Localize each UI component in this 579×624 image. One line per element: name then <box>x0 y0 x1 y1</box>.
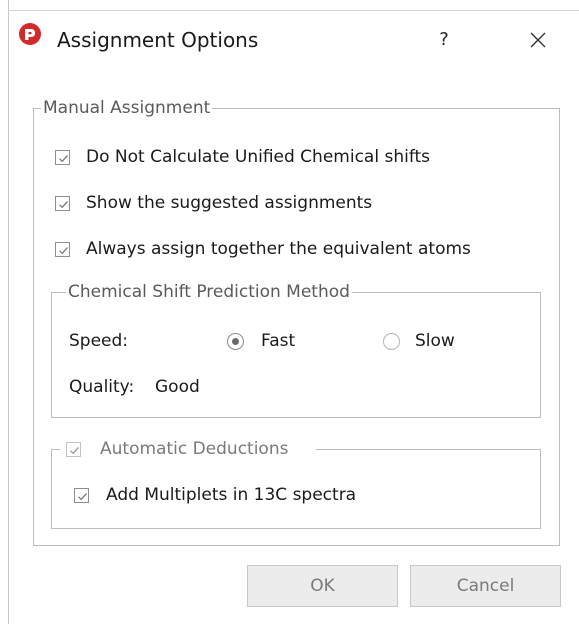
speed-fast-radio[interactable] <box>227 333 244 350</box>
automatic-deductions-checkbox[interactable] <box>66 442 81 457</box>
quality-label: Quality: <box>69 377 135 397</box>
speed-fast-label[interactable]: Fast <box>261 330 295 352</box>
show-suggested-assignments-checkbox[interactable] <box>55 196 70 211</box>
speed-slow-label[interactable]: Slow <box>415 330 455 352</box>
do-not-calculate-unified-checkbox[interactable] <box>55 150 70 165</box>
checkmark-icon <box>59 201 68 209</box>
assignment-options-dialog: Assignment Options ? Manual Assignment D… <box>0 0 579 624</box>
window-title: Assignment Options <box>57 28 259 52</box>
mnova-logo-icon <box>18 22 42 46</box>
assign-equivalent-atoms-checkbox[interactable] <box>55 242 70 257</box>
radio-selected-dot <box>232 338 239 345</box>
quality-value: Good <box>155 377 200 397</box>
automatic-deductions-label: Automatic Deductions <box>100 439 289 459</box>
close-button[interactable] <box>522 26 554 54</box>
close-icon <box>530 32 546 48</box>
checkmark-icon <box>70 447 79 455</box>
help-button[interactable]: ? <box>430 26 458 54</box>
speed-slow-radio[interactable] <box>383 333 400 350</box>
cancel-button[interactable]: Cancel <box>410 565 561 607</box>
speed-label: Speed: <box>69 331 129 351</box>
checkmark-icon <box>59 247 68 255</box>
add-multiplets-13c-checkbox[interactable] <box>74 488 89 503</box>
assign-equivalent-atoms-label: Always assign together the equivalent at… <box>86 239 471 259</box>
checkmark-icon <box>59 155 68 163</box>
window-left-border <box>8 0 9 624</box>
prediction-method-group <box>51 292 541 418</box>
checkmark-icon <box>78 493 87 501</box>
show-suggested-assignments-label: Show the suggested assignments <box>86 193 373 213</box>
prediction-method-title: Chemical Shift Prediction Method <box>66 281 352 303</box>
add-multiplets-13c-label: Add Multiplets in 13C spectra <box>106 485 357 505</box>
manual-assignment-title: Manual Assignment <box>41 97 213 119</box>
window-top-border <box>8 10 579 11</box>
do-not-calculate-unified-label: Do Not Calculate Unified Chemical shifts <box>86 147 431 167</box>
ok-button[interactable]: OK <box>247 565 398 607</box>
